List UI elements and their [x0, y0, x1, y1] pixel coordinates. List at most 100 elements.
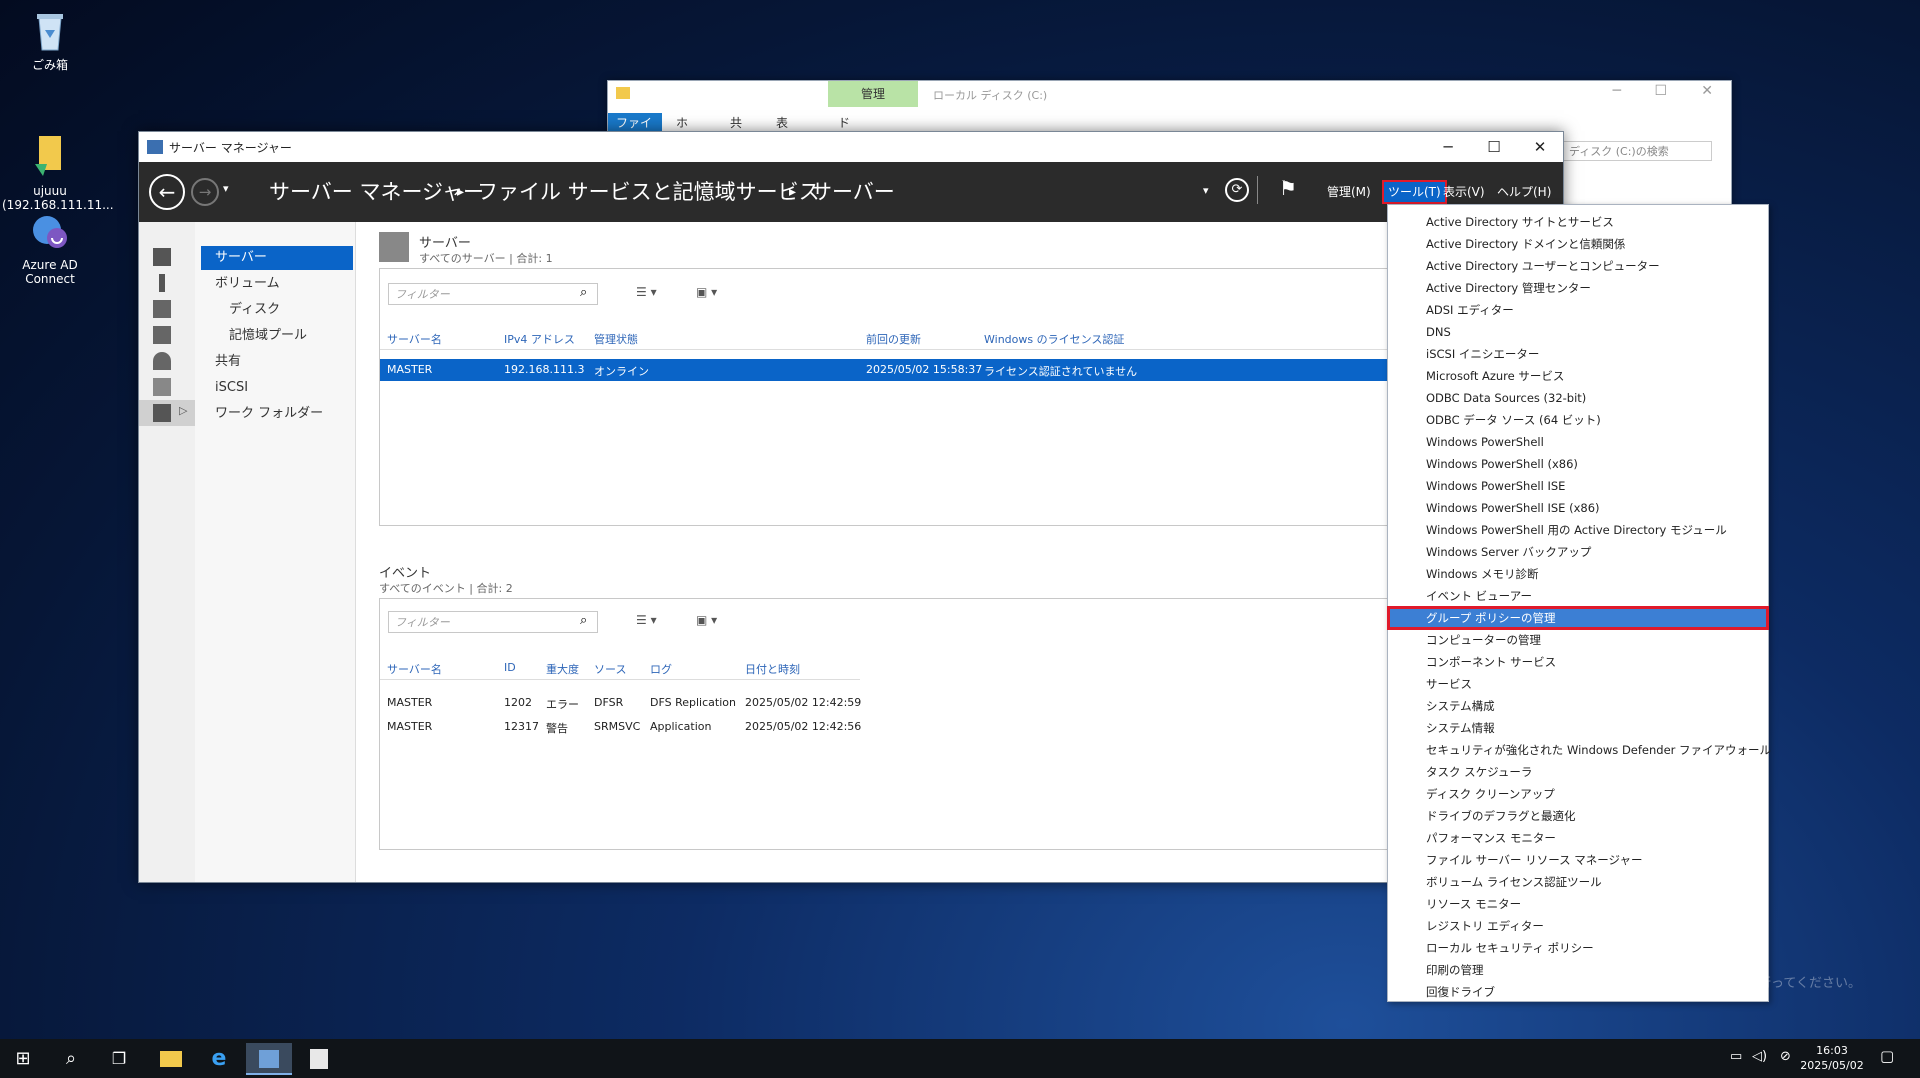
tree-item-shares[interactable]: 共有 [215, 350, 241, 374]
minimize-button[interactable]: ─ [1613, 83, 1621, 99]
tools-menu-item[interactable]: ODBC Data Sources (32-bit) [1388, 387, 1768, 409]
tab-share[interactable]: 共有 [722, 113, 750, 150]
column-header-manageability[interactable]: 管理状態 [594, 331, 638, 347]
save-query-icon[interactable]: ▣ ▾ [696, 613, 717, 627]
tree-item-storage-pools[interactable]: 記憶域プール [229, 324, 307, 348]
tools-menu-item[interactable]: Microsoft Azure サービス [1388, 365, 1768, 387]
task-view-icon[interactable]: ❐ [96, 1043, 142, 1075]
clock[interactable]: 16:03 2025/05/02 [1800, 1043, 1864, 1073]
tools-menu-item[interactable]: パフォーマンス モニター [1388, 827, 1768, 849]
local-server-icon[interactable] [159, 274, 165, 292]
tree-item-disks[interactable]: ディスク [229, 298, 280, 322]
menu-manage[interactable]: 管理(M) [1323, 182, 1375, 202]
column-header-server-name[interactable]: サーバー名 [387, 331, 442, 347]
tools-menu-item[interactable]: セキュリティが強化された Windows Defender ファイアウォール [1388, 739, 1771, 761]
tree-item-iscsi[interactable]: iSCSI [215, 376, 248, 400]
desktop-icon-ujuuu[interactable]: ujuuu (192.168.111.11... [2, 106, 114, 212]
tab-drive-tools[interactable]: ドライブ ツール [830, 113, 858, 250]
events-filter-input[interactable]: フィルター [388, 611, 598, 633]
tools-menu-item[interactable]: タスク スケジューラ [1388, 761, 1768, 783]
volume-icon[interactable]: ◁) [1752, 1049, 1767, 1064]
tools-menu-item[interactable]: ODBC データ ソース (64 ビット) [1388, 409, 1768, 431]
tools-menu-item[interactable]: サービス [1388, 673, 1768, 695]
start-button-windows-icon[interactable]: ⊞ [0, 1043, 46, 1075]
tools-menu-item[interactable]: Windows Server バックアップ [1388, 541, 1768, 563]
column-header-id[interactable]: ID [504, 661, 516, 674]
all-servers-icon[interactable] [153, 300, 171, 318]
maximize-button[interactable]: ☐ [1654, 83, 1667, 99]
tools-menu-item[interactable]: リソース モニター [1388, 893, 1768, 915]
dashboard-icon[interactable] [153, 248, 171, 266]
tools-menu-item[interactable]: Windows メモリ診断 [1388, 563, 1768, 585]
menu-help[interactable]: ヘルプ(H) [1493, 182, 1555, 202]
tools-menu-item[interactable]: コンポーネント サービス [1388, 651, 1768, 673]
iis-icon[interactable] [153, 378, 171, 396]
list-options-icon[interactable]: ☰ ▾ [636, 613, 657, 627]
tools-menu-item[interactable]: Active Directory 管理センター [1388, 277, 1768, 299]
tools-menu-item[interactable]: Windows PowerShell (x86) [1388, 453, 1768, 475]
tree-item-volumes[interactable]: ボリューム [215, 272, 280, 296]
tools-menu-item[interactable]: システム情報 [1388, 717, 1768, 739]
search-icon[interactable]: ⌕ [48, 1043, 94, 1075]
forward-button[interactable]: → [191, 178, 219, 206]
tools-menu-item[interactable]: DNS [1388, 321, 1768, 343]
notifications-flag-icon[interactable]: ⚑ [1279, 176, 1297, 200]
internet-explorer-icon[interactable]: e [196, 1043, 242, 1075]
ribbon-context-tab[interactable]: 管理 [828, 81, 918, 107]
minimize-button[interactable]: ─ [1425, 132, 1471, 162]
file-explorer-icon[interactable] [148, 1043, 194, 1075]
list-options-icon[interactable]: ☰ ▾ [636, 285, 657, 299]
refresh-icon[interactable]: ⟳ [1225, 178, 1249, 202]
close-button[interactable]: ✕ [1701, 83, 1713, 99]
ad-ds-icon[interactable] [153, 326, 171, 344]
maximize-button[interactable]: ☐ [1471, 132, 1517, 162]
column-header-activation[interactable]: Windows のライセンス認証 [984, 331, 1124, 347]
search-icon[interactable]: ⌕ [580, 613, 587, 628]
tab-view[interactable]: 表示 [768, 113, 796, 150]
tools-menu-item[interactable]: ドライブのデフラグと最適化 [1388, 805, 1768, 827]
tools-menu-item[interactable]: Windows PowerShell ISE (x86) [1388, 497, 1768, 519]
servers-filter-input[interactable]: フィルター [388, 283, 598, 305]
column-header-ipv4[interactable]: IPv4 アドレス [504, 331, 575, 347]
desktop-icon-azure-ad-connect[interactable]: Azure AD Connect [2, 208, 98, 286]
tools-menu-item[interactable]: グループ ポリシーの管理 [1387, 606, 1769, 630]
server-manager-taskbar-icon[interactable] [246, 1043, 292, 1075]
menu-view[interactable]: 表示(V) [1439, 182, 1489, 202]
breadcrumb-server-manager[interactable]: サーバー マネージャー [269, 162, 484, 222]
tools-menu-item[interactable]: ディスク クリーンアップ [1388, 783, 1768, 805]
tools-menu-item[interactable]: ファイル サーバー リソース マネージャー [1388, 849, 1768, 871]
tools-menu-item[interactable]: Active Directory ユーザーとコンピューター [1388, 255, 1768, 277]
tab-home[interactable]: ホーム [668, 113, 696, 170]
back-button[interactable]: ← [149, 174, 185, 210]
tools-menu-item[interactable]: Windows PowerShell [1388, 431, 1768, 453]
tools-menu-item[interactable]: イベント ビューアー [1388, 585, 1768, 607]
security-icon[interactable]: ⊘ [1780, 1049, 1791, 1064]
tools-menu-item[interactable]: Active Directory サイトとサービス [1388, 211, 1768, 233]
dns-icon[interactable] [153, 352, 171, 370]
close-button[interactable]: ✕ [1517, 132, 1563, 162]
tools-menu-item[interactable]: iSCSI イニシエーター [1388, 343, 1768, 365]
tab-file[interactable]: ファイル [608, 113, 662, 150]
column-header-date-time[interactable]: 日付と時刻 [745, 661, 800, 677]
tools-menu-item[interactable]: システム構成 [1388, 695, 1768, 717]
breadcrumb-file-storage[interactable]: ファイル サービスと記憶域サービス [477, 162, 820, 222]
column-header-server-name[interactable]: サーバー名 [387, 661, 442, 677]
tree-item-servers[interactable]: サーバー [201, 246, 353, 270]
tools-menu-item[interactable]: コンピューターの管理 [1388, 629, 1768, 651]
file-storage-rail-selected[interactable]: ▷ [139, 400, 195, 426]
network-icon[interactable]: ▭ [1730, 1049, 1742, 1064]
notepad-icon[interactable] [296, 1043, 342, 1075]
search-icon[interactable]: ⌕ [580, 285, 587, 300]
tools-menu-item[interactable]: レジストリ エディター [1388, 915, 1768, 937]
column-header-last-update[interactable]: 前回の更新 [866, 331, 921, 347]
notification-center-icon[interactable]: ▢ [1880, 1047, 1894, 1065]
column-header-log[interactable]: ログ [650, 661, 672, 677]
chevron-down-icon[interactable]: ▾ [1203, 184, 1209, 197]
save-query-icon[interactable]: ▣ ▾ [696, 285, 717, 299]
menu-tools[interactable]: ツール(T) [1382, 180, 1447, 204]
tree-item-work-folders[interactable]: ワーク フォルダー [215, 402, 323, 426]
tools-menu-item[interactable]: Active Directory ドメインと信頼関係 [1388, 233, 1768, 255]
tools-menu-item[interactable]: ADSI エディター [1388, 299, 1768, 321]
history-dropdown-icon[interactable]: ▾ [223, 182, 229, 195]
desktop-icon-recycle-bin[interactable]: ごみ箱 [2, 8, 98, 72]
